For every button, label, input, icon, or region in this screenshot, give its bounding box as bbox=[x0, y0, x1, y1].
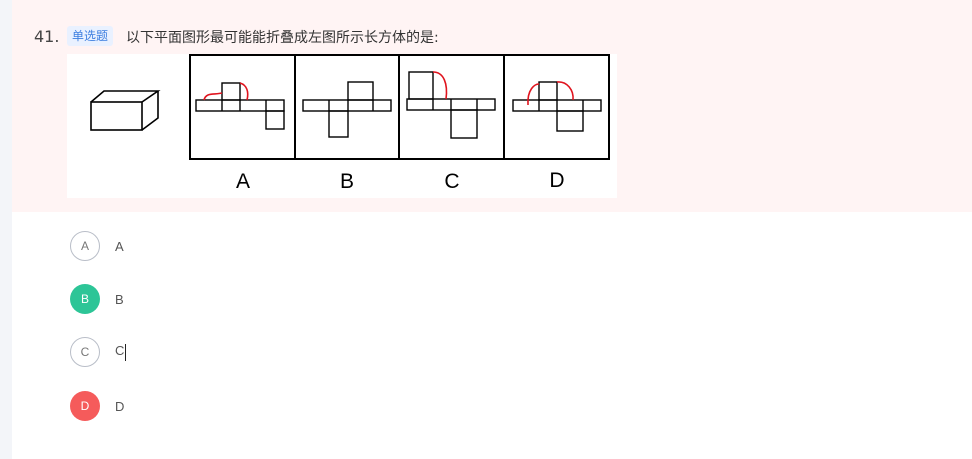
figure-label-a: A bbox=[236, 170, 250, 193]
question-text: 以下平面图形最可能能折叠成左图所示长方体的是: bbox=[126, 30, 439, 46]
question-figure: A B C D bbox=[67, 54, 617, 198]
option-c-marker[interactable]: C bbox=[70, 337, 100, 367]
text-caret bbox=[125, 343, 127, 361]
option-b[interactable]: B B bbox=[70, 282, 370, 316]
option-c-text-wrap: C bbox=[115, 343, 127, 361]
option-b-text: B bbox=[115, 291, 124, 307]
net-c bbox=[406, 71, 496, 139]
option-c[interactable]: C C bbox=[70, 335, 370, 369]
question-area: 41. 单选题 以下平面图形最可能能折叠成左图所示长方体的是: A B C D bbox=[12, 0, 972, 212]
figure-label-d: D bbox=[549, 169, 564, 192]
figure-label-c: C bbox=[444, 170, 459, 193]
option-a-text: A bbox=[115, 238, 124, 254]
option-a-marker[interactable]: A bbox=[70, 231, 100, 261]
option-a[interactable]: A A bbox=[70, 229, 370, 263]
net-b bbox=[302, 81, 392, 138]
figure-svg: A B C D bbox=[90, 54, 610, 193]
cuboid-figure bbox=[90, 90, 161, 131]
option-d-marker[interactable]: D bbox=[70, 391, 100, 421]
option-d-text: D bbox=[115, 398, 125, 414]
question-type-badge: 单选题 bbox=[67, 26, 114, 46]
figure-label-b: B bbox=[340, 170, 354, 193]
question-card: 41. 单选题 以下平面图形最可能能折叠成左图所示长方体的是: A B C D … bbox=[12, 0, 972, 459]
option-b-marker[interactable]: B bbox=[70, 284, 100, 314]
net-a bbox=[195, 82, 285, 130]
net-d bbox=[512, 81, 602, 132]
question-number: 41. bbox=[34, 27, 60, 46]
option-c-text: C bbox=[115, 343, 125, 359]
option-d[interactable]: D D bbox=[70, 389, 370, 423]
